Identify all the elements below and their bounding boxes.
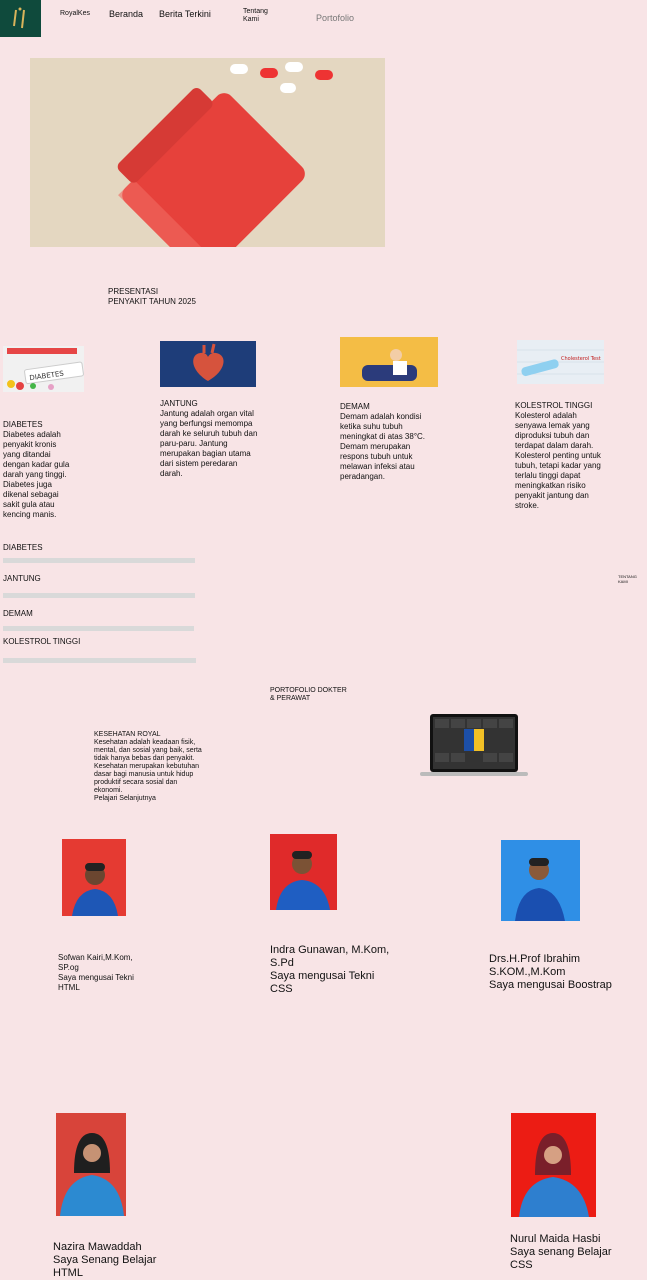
card-cholesterol-title: KOLESTROL TINGGI bbox=[515, 401, 593, 410]
nav-home[interactable]: Beranda bbox=[109, 9, 143, 19]
team-member-nazira: Nazira Mawaddah Saya Senang Belajar HTML bbox=[53, 1241, 163, 1280]
team-skill-ibrahim: Saya mengusai Boostrap bbox=[489, 979, 612, 991]
progress-label-fever: DEMAM bbox=[3, 609, 33, 618]
cholesterol-image: Cholesterol Test bbox=[517, 340, 604, 384]
cholesterol-image-label: Cholesterol Test bbox=[561, 356, 601, 362]
card-diabetes-title: DIABETES bbox=[3, 420, 43, 429]
progress-label-heart: JANTUNG bbox=[3, 574, 41, 583]
team-photo-ibrahim bbox=[501, 840, 580, 921]
team-skill-nurul: Saya senang Belajar CSS bbox=[510, 1246, 612, 1271]
team-skill-nazira: Saya Senang Belajar HTML bbox=[53, 1254, 157, 1279]
card-fever-title: DEMAM bbox=[340, 402, 370, 411]
progress-label-cholesterol: KOLESTROL TINGGI bbox=[3, 637, 81, 646]
nav-portfolio[interactable]: Portofolio bbox=[316, 13, 354, 23]
card-cholesterol: KOLESTROL TINGGI Kolesterol adalah senya… bbox=[515, 401, 607, 511]
portfolio-title: PORTOFOLIO DOKTER & PERAWAT bbox=[270, 687, 347, 702]
health-block: KESEHATAN ROYAL Kesehatan adalah keadaan… bbox=[94, 731, 204, 803]
heart-image bbox=[160, 341, 256, 387]
card-heart-title: JANTUNG bbox=[160, 399, 198, 408]
health-text: Kesehatan adalah keadaan fisik, mental, … bbox=[94, 739, 202, 794]
team-member-indra: Indra Gunawan, M.Kom, S.Pd Saya mengusai… bbox=[270, 944, 390, 996]
laptop-image bbox=[420, 713, 528, 777]
team-name-nazira: Nazira Mawaddah bbox=[53, 1241, 142, 1253]
diabetes-image: DIABETES bbox=[3, 346, 84, 392]
progress-bar-cholesterol bbox=[3, 658, 196, 663]
team-member-ibrahim: Drs.H.Prof Ibrahim S.KOM.,M.Kom Saya men… bbox=[489, 953, 629, 992]
team-name-nurul: Nurul Maida Hasbi bbox=[510, 1233, 601, 1245]
team-name-ibrahim: Drs.H.Prof Ibrahim S.KOM.,M.Kom bbox=[489, 953, 581, 978]
team-member-sofwan: Sofwan Kairi,M.Kom, SP.og Saya mengusai … bbox=[58, 953, 144, 993]
nav-news[interactable]: Berita Terkini bbox=[159, 9, 211, 19]
card-heart: JANTUNG Jantung adalah organ vital yang … bbox=[160, 399, 258, 479]
team-skill-sofwan: Saya mengusai Tekni HTML bbox=[58, 973, 134, 992]
card-fever: DEMAM Demam adalah kondisi ketika suhu t… bbox=[340, 402, 440, 482]
card-diabetes: DIABETES Diabetes adalah penyakit kronis… bbox=[3, 420, 73, 520]
read-more-link[interactable]: Pelajari Selanjutnya bbox=[94, 795, 204, 803]
brand-logo[interactable] bbox=[0, 0, 41, 37]
team-photo-sofwan bbox=[62, 839, 126, 916]
logo-icon bbox=[13, 7, 25, 29]
team-name-indra: Indra Gunawan, M.Kom, S.Pd bbox=[270, 944, 390, 969]
health-title: KESEHATAN ROYAL bbox=[94, 731, 161, 738]
presentation-title: PRESENTASI PENYAKIT TAHUN 2025 bbox=[108, 287, 196, 306]
card-fever-text: Demam adalah kondisi ketika suhu tubuh m… bbox=[340, 412, 426, 481]
team-member-nurul: Nurul Maida Hasbi Saya senang Belajar CS… bbox=[510, 1233, 630, 1272]
side-note: TENTANG KAMI bbox=[618, 574, 637, 584]
card-diabetes-text: Diabetes adalah penyakit kronis yang dit… bbox=[3, 430, 70, 519]
progress-bar-diabetes bbox=[3, 558, 195, 563]
team-photo-indra bbox=[270, 834, 337, 910]
card-heart-text: Jantung adalah organ vital yang berfungs… bbox=[160, 409, 258, 478]
progress-bar-fever bbox=[3, 626, 194, 631]
card-cholesterol-text: Kolesterol adalah senyawa lemak yang dip… bbox=[515, 411, 601, 510]
nav-about[interactable]: Tentang Kami bbox=[243, 8, 277, 24]
fever-image bbox=[340, 337, 438, 387]
progress-bar-heart bbox=[3, 593, 195, 598]
progress-label-diabetes: DIABETES bbox=[3, 543, 43, 552]
team-skill-indra: Saya mengusai Tekni CSS bbox=[270, 970, 375, 995]
team-photo-nazira bbox=[56, 1113, 126, 1216]
hero-image bbox=[30, 58, 385, 247]
team-photo-nurul bbox=[511, 1113, 596, 1217]
team-name-sofwan: Sofwan Kairi,M.Kom, SP.og bbox=[58, 953, 133, 972]
nav-brand[interactable]: RoyalKes bbox=[60, 10, 90, 17]
